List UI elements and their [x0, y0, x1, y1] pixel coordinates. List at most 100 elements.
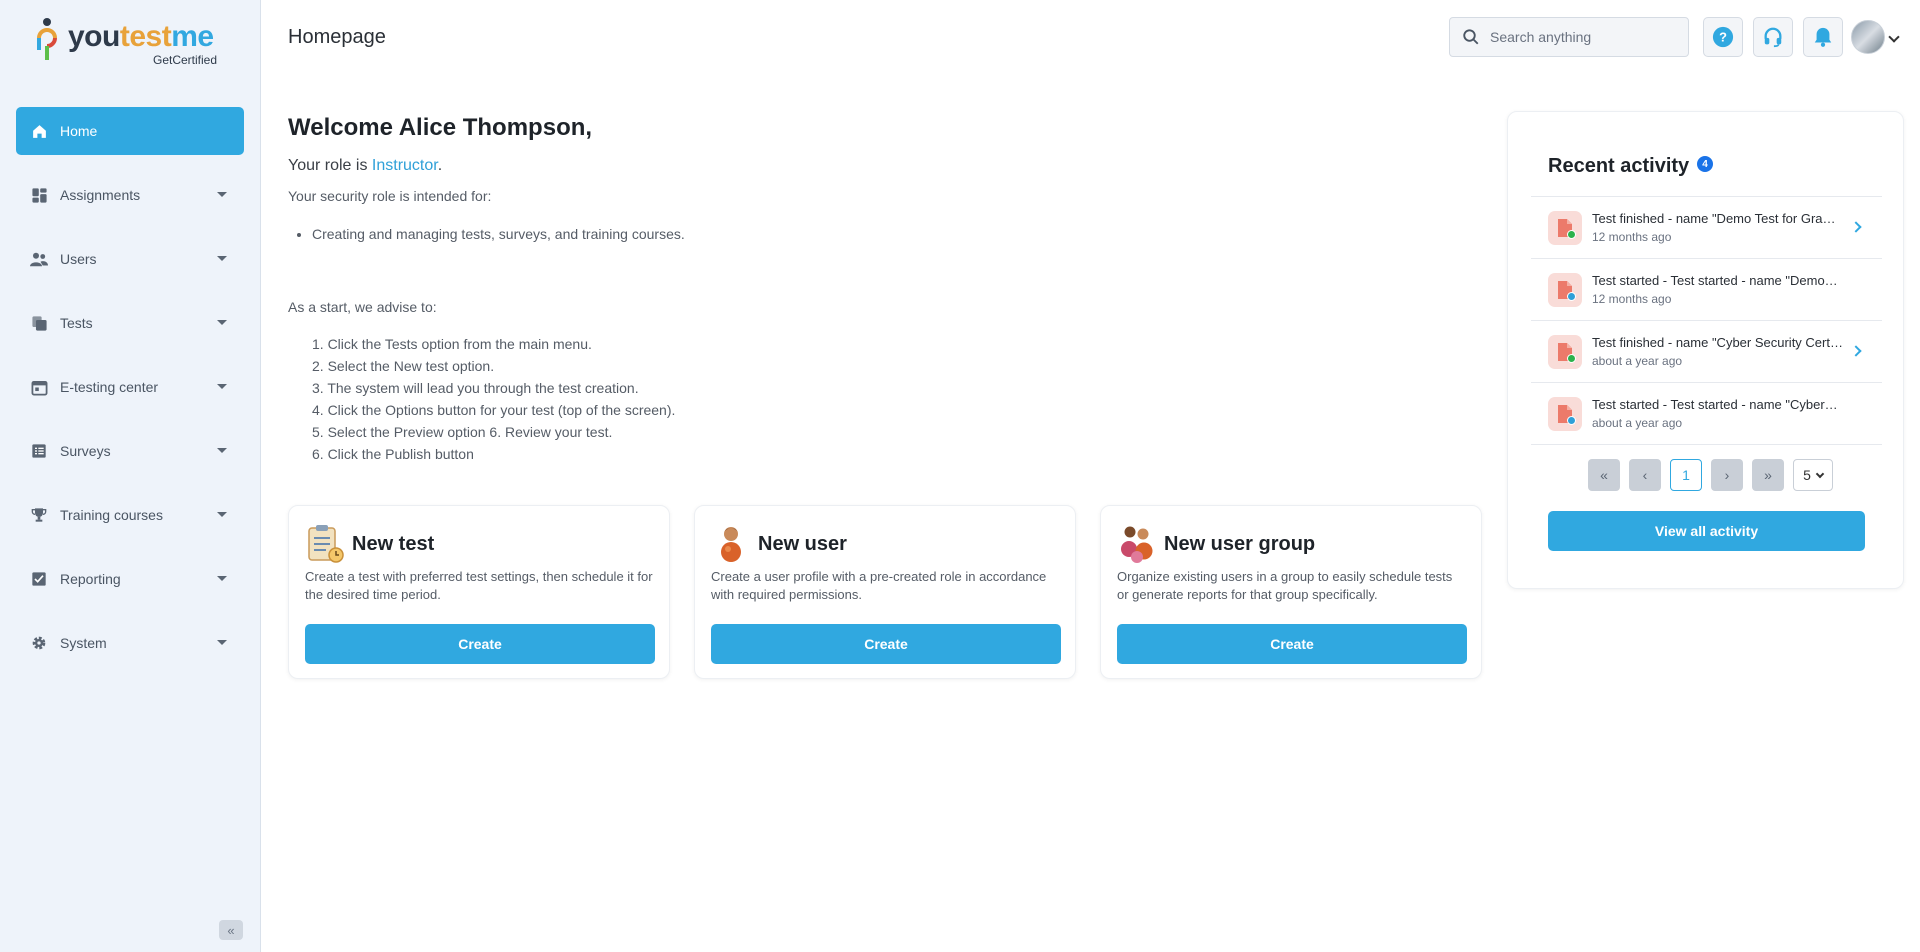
card-title: New test — [352, 533, 435, 555]
main-nav: Home Assignments Users Tests E-testing c… — [16, 107, 244, 683]
role-name: Instructor — [371, 157, 438, 174]
list-item: 1. Click the Tests option from the main … — [312, 336, 592, 352]
role-line: Your role is Instructor. — [288, 157, 442, 175]
activity-item[interactable]: Test finished - name "Demo Test for Gra…… — [1531, 197, 1882, 259]
search-icon — [1463, 29, 1479, 45]
prev-page-button[interactable]: ‹ — [1629, 459, 1661, 491]
nav-item-e-testing-center[interactable]: E-testing center — [16, 363, 244, 411]
pagination: « ‹ 1 › » 5 — [1588, 459, 1833, 491]
page-size-value: 5 — [1803, 467, 1811, 483]
security-list: Creating and managing tests, surveys, an… — [312, 226, 685, 242]
nav-item-label: E-testing center — [60, 379, 159, 395]
recent-activity-panel: Recent activity 4 Test finished - name "… — [1507, 111, 1904, 589]
headset-icon — [1764, 27, 1782, 48]
first-page-button[interactable]: « — [1588, 459, 1620, 491]
activity-list: Test finished - name "Demo Test for Gra…… — [1531, 196, 1882, 445]
chevron-down-icon — [217, 192, 227, 197]
collapse-sidebar-button[interactable]: « — [219, 920, 243, 940]
status-finished-icon — [1567, 230, 1576, 239]
dashboard-icon — [30, 186, 48, 204]
list-item: 6. Click the Publish button — [312, 446, 474, 462]
notifications-button[interactable] — [1803, 17, 1843, 57]
nav-item-label: Tests — [60, 315, 93, 331]
nav-item-tests[interactable]: Tests — [16, 299, 244, 347]
calendar-icon — [30, 378, 48, 396]
logo-tagline: GetCertified — [153, 53, 218, 67]
activity-time: about a year ago — [1592, 416, 1683, 430]
card-title: New user — [758, 533, 847, 555]
panel-title: Recent activity — [1548, 155, 1690, 177]
nav-item-surveys[interactable]: Surveys — [16, 427, 244, 475]
activity-time: 12 months ago — [1592, 292, 1672, 306]
list-item: 3. The system will lead you through the … — [312, 380, 639, 396]
sidebar: youtestme GetCertified Home Assignments … — [0, 0, 261, 952]
create-user-button[interactable]: Create — [711, 624, 1061, 664]
role-prefix: Your role is — [288, 157, 372, 174]
search-box[interactable] — [1449, 17, 1689, 57]
nav-item-users[interactable]: Users — [16, 235, 244, 283]
help-button[interactable]: ? — [1703, 17, 1743, 57]
user-figure-icon — [721, 527, 741, 562]
logo[interactable]: youtestme GetCertified — [34, 16, 234, 68]
document-icon — [1548, 397, 1582, 431]
chevron-right-icon[interactable] — [1850, 345, 1862, 357]
view-all-activity-button[interactable]: View all activity — [1548, 511, 1865, 551]
chevron-down-icon — [217, 512, 227, 517]
last-page-button[interactable]: » — [1752, 459, 1784, 491]
avatar[interactable] — [1851, 20, 1885, 54]
support-button[interactable] — [1753, 17, 1793, 57]
bell-icon — [1814, 27, 1832, 47]
document-icon — [1548, 273, 1582, 307]
list-item: Creating and managing tests, surveys, an… — [312, 226, 685, 242]
nav-item-assignments[interactable]: Assignments — [16, 171, 244, 219]
list-item: 5. Select the Preview option 6. Review y… — [312, 424, 613, 440]
chevron-down-icon[interactable] — [1888, 31, 1900, 43]
chevron-down-icon — [217, 384, 227, 389]
chevron-down-icon — [217, 256, 227, 261]
status-started-icon — [1567, 416, 1576, 425]
activity-text: Test started - Test started - name "Cybe… — [1592, 397, 1838, 412]
logo-brand: youtestme — [68, 20, 214, 53]
svg-text:?: ? — [1719, 30, 1727, 45]
role-suffix: . — [437, 157, 443, 174]
list-item: 4. Click the Options button for your tes… — [312, 402, 676, 418]
gear-icon — [30, 634, 48, 652]
chevron-down-icon — [217, 640, 227, 645]
chevron-down-icon — [1815, 469, 1825, 478]
nav-item-home[interactable]: Home — [16, 107, 244, 155]
chevron-right-icon[interactable] — [1850, 221, 1862, 233]
activity-time: about a year ago — [1592, 354, 1683, 368]
nav-item-system[interactable]: System — [16, 619, 244, 667]
activity-text: Test finished - name "Demo Test for Gra… — [1592, 211, 1836, 226]
new-user-group-card: New user group Organize existing users i… — [1100, 505, 1482, 679]
welcome-heading: Welcome Alice Thompson, — [288, 114, 593, 141]
activity-time: 12 months ago — [1592, 230, 1672, 244]
create-test-button[interactable]: Create — [305, 624, 655, 664]
create-user-group-button[interactable]: Create — [1117, 624, 1467, 664]
nav-item-label: Users — [60, 251, 97, 267]
page-title: Homepage — [288, 26, 386, 48]
nav-item-label: Assignments — [60, 187, 141, 203]
activity-item[interactable]: Test finished - name "Cyber Security Cer… — [1531, 321, 1882, 383]
status-started-icon — [1567, 292, 1576, 301]
count-badge: 4 — [1697, 156, 1713, 172]
nav-item-label: Reporting — [60, 571, 121, 587]
list-item: 2. Select the New test option. — [312, 358, 495, 374]
document-icon — [1548, 211, 1582, 245]
card-description: Organize existing users in a group to ea… — [1117, 569, 1453, 602]
activity-item[interactable]: Test started - Test started - name "Cybe… — [1531, 383, 1882, 445]
nav-item-training-courses[interactable]: Training courses — [16, 491, 244, 539]
nav-item-label: System — [60, 635, 107, 651]
nav-item-label: Training courses — [60, 507, 163, 523]
status-finished-icon — [1567, 354, 1576, 363]
chevron-down-icon — [217, 576, 227, 581]
card-description: Create a user profile with a pre-created… — [711, 569, 1047, 602]
next-page-button[interactable]: › — [1711, 459, 1743, 491]
page-size-select[interactable]: 5 — [1793, 459, 1833, 491]
current-page-button[interactable]: 1 — [1670, 459, 1702, 491]
help-icon: ? — [1712, 26, 1734, 48]
activity-item[interactable]: Test started - Test started - name "Demo… — [1531, 259, 1882, 321]
search-input[interactable] — [1490, 29, 1670, 45]
nav-item-reporting[interactable]: Reporting — [16, 555, 244, 603]
steps-list: 1. Click the Tests option from the main … — [312, 335, 675, 467]
